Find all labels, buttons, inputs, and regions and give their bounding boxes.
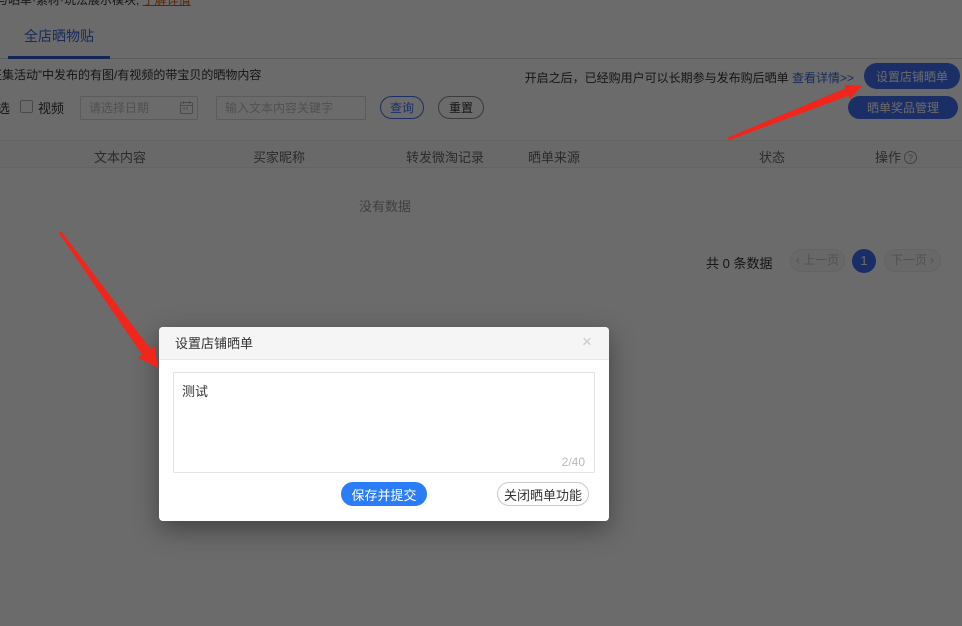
setup-shop-review-modal: 设置店铺晒单 × 2/40 保存并提交 关闭晒单功能 [159,327,609,521]
review-text-textarea[interactable] [173,372,595,473]
save-submit-button[interactable]: 保存并提交 [341,482,427,506]
modal-header: 设置店铺晒单 × [159,327,609,360]
close-icon[interactable]: × [577,332,597,352]
char-counter: 2/40 [562,455,585,469]
modal-title: 设置店铺晒单 [175,327,253,360]
disable-review-button[interactable]: 关闭晒单功能 [497,482,589,506]
modal-dim-overlay[interactable] [0,0,962,626]
